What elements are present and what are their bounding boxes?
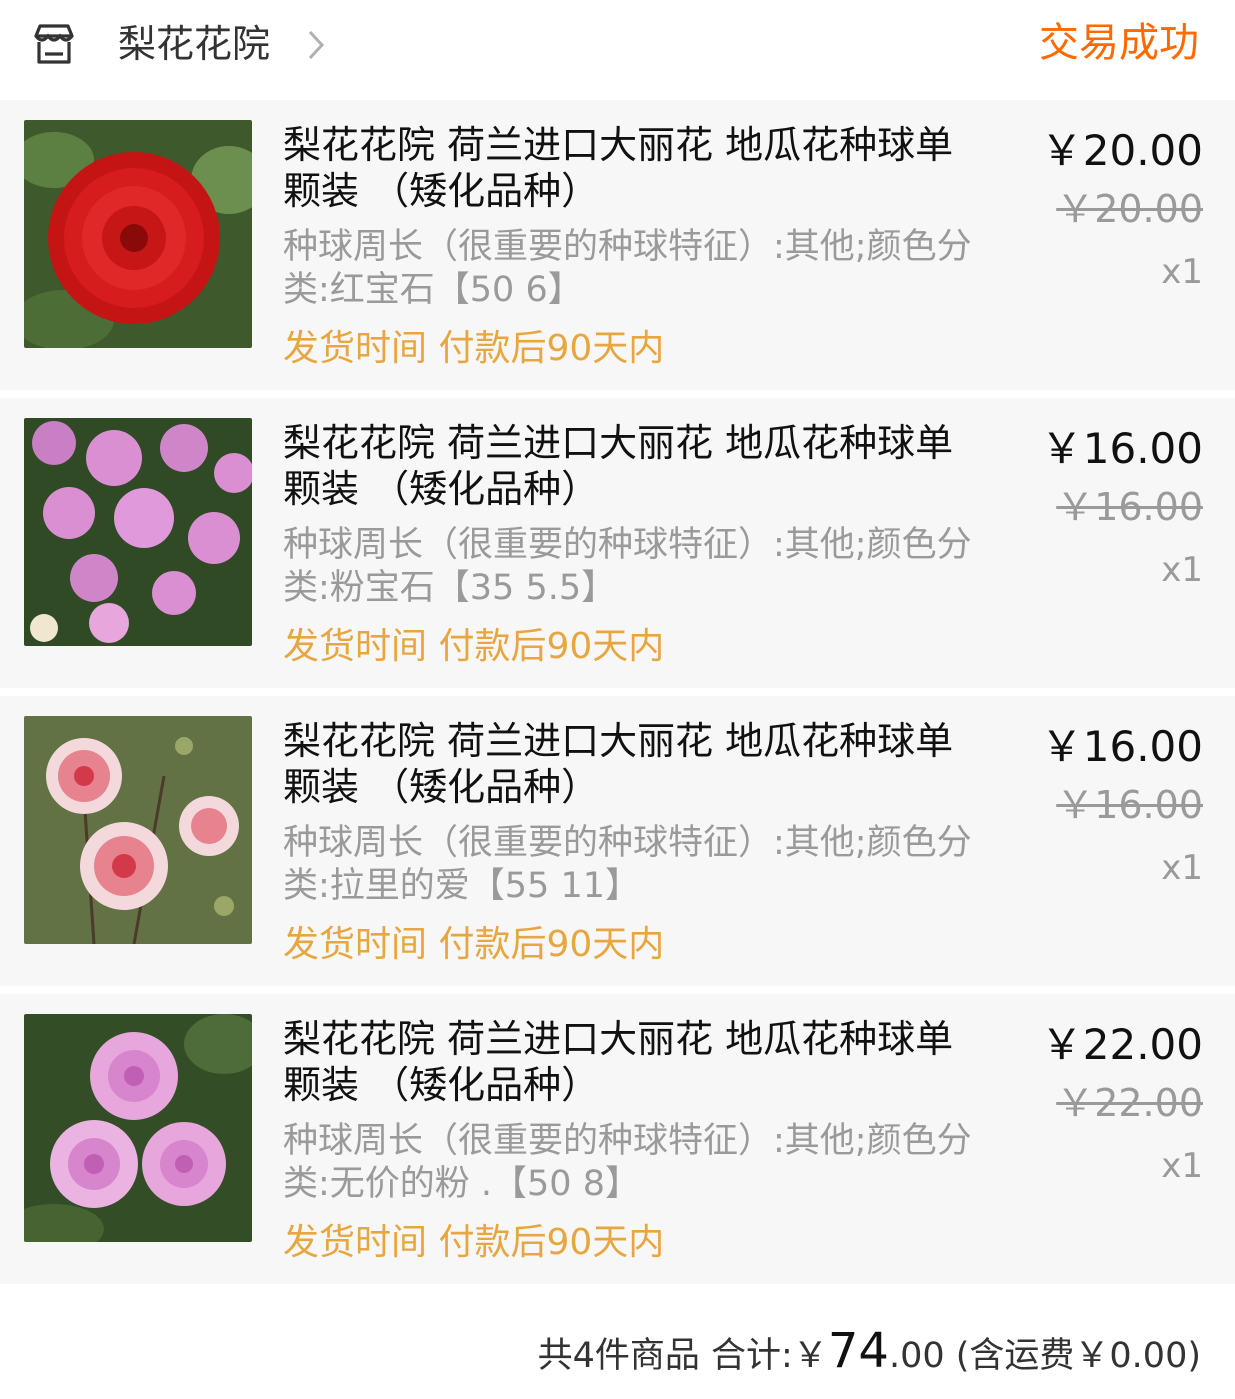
order-summary: 共4件商品 合计:￥74.00 (含运费￥0.00) (0, 1296, 1235, 1399)
currency-symbol: ￥ (792, 1336, 828, 1376)
product-sku: 种球周长（很重要的种球特征）:其他;颜色分类:拉里的爱【55 11】 (283, 823, 972, 906)
product-image[interactable] (24, 418, 252, 646)
order-total: 共4件商品 合计:￥74.00 (含运费￥0.00) (538, 1326, 1201, 1381)
product-quantity: x1 (1161, 252, 1203, 292)
order-item[interactable]: 梨花花院 荷兰进口大丽花 地瓜花种球单颗装 （矮化品种） 种球周长（很重要的种球… (0, 994, 1235, 1284)
product-title[interactable]: 梨花花院 荷兰进口大丽花 地瓜花种球单颗装 （矮化品种） (283, 1016, 983, 1108)
product-image[interactable] (24, 716, 252, 944)
total-decimals: .00 (888, 1336, 945, 1376)
shipping-fee-note: (含运费￥0.00) (955, 1336, 1201, 1376)
original-price: ￥16.00 (1056, 485, 1203, 529)
order-status: 交易成功 (1039, 20, 1199, 66)
product-image[interactable] (24, 1014, 252, 1242)
product-price: ￥20.00 (1040, 126, 1203, 175)
product-sku: 种球周长（很重要的种球特征）:其他;颜色分类:粉宝石【35 5.5】 (283, 525, 972, 608)
store-icon[interactable] (30, 22, 78, 66)
product-title[interactable]: 梨花花院 荷兰进口大丽花 地瓜花种球单颗装 （矮化品种） (283, 718, 983, 810)
product-quantity: x1 (1161, 550, 1203, 590)
product-price: ￥16.00 (1040, 424, 1203, 473)
product-quantity: x1 (1161, 1146, 1203, 1186)
shipping-time: 发货时间 付款后90天内 (283, 924, 665, 965)
product-title[interactable]: 梨花花院 荷兰进口大丽花 地瓜花种球单颗装 （矮化品种） (283, 122, 983, 214)
shipping-time: 发货时间 付款后90天内 (283, 626, 665, 667)
store-name[interactable]: 梨花花院 (118, 20, 270, 68)
order-header: 梨花花院 交易成功 (0, 0, 1235, 100)
original-price: ￥16.00 (1056, 783, 1203, 827)
product-price: ￥16.00 (1040, 722, 1203, 771)
total-label: 合计: (711, 1336, 793, 1376)
item-count: 共4件商品 (537, 1336, 700, 1376)
product-title[interactable]: 梨花花院 荷兰进口大丽花 地瓜花种球单颗装 （矮化品种） (283, 420, 983, 512)
original-price: ￥20.00 (1056, 187, 1203, 231)
product-sku: 种球周长（很重要的种球特征）:其他;颜色分类:无价的粉 .【50 8】 (283, 1121, 972, 1204)
shipping-time: 发货时间 付款后90天内 (283, 1222, 665, 1263)
product-image[interactable] (24, 120, 252, 348)
order-items: 梨花花院 荷兰进口大丽花 地瓜花种球单颗装 （矮化品种） 种球周长（很重要的种球… (0, 100, 1235, 1292)
product-sku: 种球周长（很重要的种球特征）:其他;颜色分类:红宝石【50 6】 (283, 227, 972, 310)
order-item[interactable]: 梨花花院 荷兰进口大丽花 地瓜花种球单颗装 （矮化品种） 种球周长（很重要的种球… (0, 696, 1235, 986)
original-price: ￥22.00 (1056, 1081, 1203, 1125)
order-item[interactable]: 梨花花院 荷兰进口大丽花 地瓜花种球单颗装 （矮化品种） 种球周长（很重要的种球… (0, 398, 1235, 688)
chevron-right-icon[interactable] (304, 28, 328, 62)
order-item[interactable]: 梨花花院 荷兰进口大丽花 地瓜花种球单颗装 （矮化品种） 种球周长（很重要的种球… (0, 100, 1235, 390)
total-amount: 74 (827, 1323, 889, 1379)
product-price: ￥22.00 (1040, 1020, 1203, 1069)
product-quantity: x1 (1161, 848, 1203, 888)
shipping-time: 发货时间 付款后90天内 (283, 328, 665, 369)
